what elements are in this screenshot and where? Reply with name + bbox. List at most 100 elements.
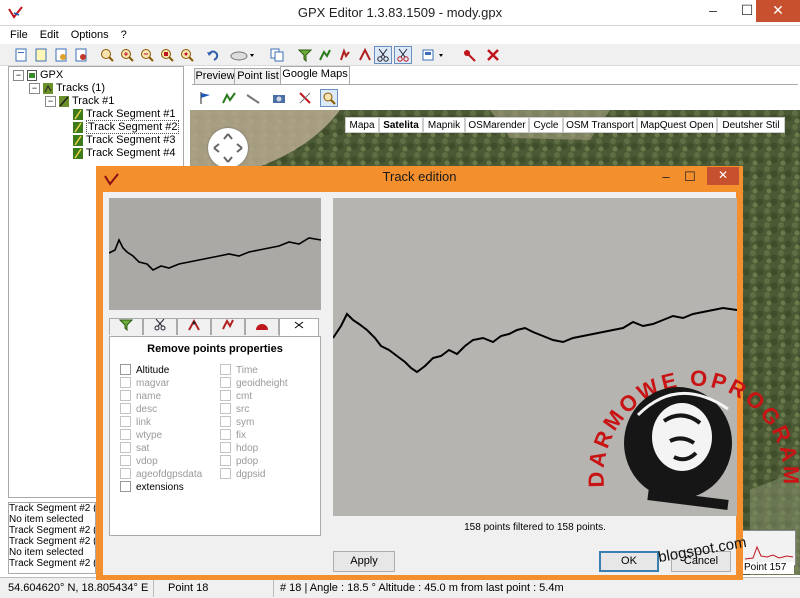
collapse-icon[interactable]: − (29, 82, 40, 94)
split-track-icon[interactable] (316, 46, 334, 64)
new-icon[interactable] (12, 46, 30, 64)
ok-button[interactable]: OK (599, 551, 659, 572)
filter-status-text: 158 points filtered to 158 points. (464, 522, 606, 533)
log-line: No item selected (9, 547, 84, 558)
track-hide-icon[interactable] (244, 89, 262, 107)
tree-segment-label: Track Segment #3 (86, 134, 176, 146)
dialog-body: Remove points properties Altitude magvar… (103, 192, 738, 575)
angle-tab-icon[interactable] (245, 318, 279, 335)
menu-help[interactable]: ? (115, 26, 133, 44)
gpx-file-icon (27, 69, 37, 81)
menu-bar: File Edit Options? (0, 26, 800, 44)
close-button[interactable]: ✕ (756, 0, 800, 22)
checkbox-extensions[interactable]: extensions (120, 480, 184, 494)
zoom-fit-icon[interactable] (178, 46, 196, 64)
scissors-tab-icon[interactable] (143, 318, 177, 335)
checkbox-dgpsid: dgpsid (220, 467, 265, 481)
collapse-icon[interactable]: − (13, 69, 24, 81)
minimize-button[interactable]: – (696, 0, 730, 22)
zoom-out-icon[interactable] (138, 46, 156, 64)
remove-points-panel: Remove points properties Altitude magvar… (109, 336, 321, 536)
checkbox-link: link (120, 415, 151, 429)
track-edition-dialog: Track edition – ☐ ✕ Remove points proper… (96, 166, 743, 580)
checkbox-cmt: cmt (220, 389, 252, 403)
join-tab-icon[interactable] (177, 318, 211, 335)
zoom-in-icon[interactable] (98, 46, 116, 64)
dialog-maximize-button[interactable]: ☐ (680, 170, 700, 186)
track-edit-icon[interactable] (220, 89, 238, 107)
map-type-mapquest-open[interactable]: MapQuest Open (637, 117, 717, 133)
dialog-close-button[interactable]: ✕ (707, 167, 739, 185)
map-type-deutsher-stil[interactable]: Deutsher Stil (717, 117, 785, 133)
collapse-icon[interactable]: − (45, 95, 56, 107)
tracks-icon (43, 82, 53, 94)
zoom-in-alt-icon[interactable] (118, 46, 136, 64)
search-icon[interactable] (320, 89, 338, 107)
camera-icon[interactable] (270, 89, 288, 107)
merge-icon[interactable] (52, 46, 70, 64)
checkbox-sym: sym (220, 415, 254, 429)
cut-icon[interactable] (374, 46, 392, 64)
tree-root[interactable]: − GPX (13, 69, 63, 82)
terrain-icon[interactable] (336, 46, 354, 64)
tree-segment[interactable]: Track Segment #2 (73, 120, 180, 134)
segment-icon (73, 147, 83, 159)
copy-icon[interactable] (268, 46, 286, 64)
map-type-osmarender[interactable]: OSMarender (465, 117, 529, 133)
export-dropdown-icon[interactable] (420, 46, 448, 64)
checkbox-fix: fix (220, 428, 246, 442)
menu-edit[interactable]: Edit (34, 26, 65, 44)
status-bar: 54.604620° N, 18.805434° E Point 18 # 18… (0, 577, 800, 598)
filter-tab-icon[interactable] (109, 318, 143, 335)
zoom-reset-icon[interactable] (158, 46, 176, 64)
track-preview-small (108, 198, 322, 310)
map-type-satelita[interactable]: Satelita (379, 117, 423, 133)
tab-preview[interactable]: Preview (194, 68, 236, 85)
checkbox-src: src (220, 402, 249, 416)
join-icon[interactable] (356, 46, 374, 64)
scissors-icon[interactable] (394, 46, 412, 64)
log-panel[interactable]: Track Segment #2 (1 No item selected Tra… (8, 502, 96, 574)
checkbox-wtype: wtype (120, 428, 162, 442)
menu-file[interactable]: File (0, 26, 34, 44)
save-icon[interactable] (72, 46, 90, 64)
remove-points-tab-icon[interactable] (279, 318, 319, 336)
checkbox-altitude[interactable]: Altitude (120, 363, 169, 377)
map-type-mapnik[interactable]: Mapnik (423, 117, 465, 133)
tree-tracks[interactable]: − Tracks (1) (29, 82, 105, 95)
tree-segment-label: Track Segment #4 (86, 147, 176, 159)
dialog-minimize-button[interactable]: – (656, 170, 676, 186)
flag-icon[interactable] (196, 89, 214, 107)
tab-point-list[interactable]: Point list (234, 68, 282, 85)
map-type-cycle[interactable]: Cycle (529, 117, 563, 133)
tree-segment[interactable]: Track Segment #4 (73, 147, 175, 160)
map-type-osm-transport[interactable]: OSM Transport (563, 117, 637, 133)
log-line: Track Segment #2 (1 (9, 525, 96, 536)
apply-button[interactable]: Apply (333, 551, 395, 572)
cloud-dropdown-icon[interactable] (228, 46, 258, 64)
tab-google-maps[interactable]: Google Maps (280, 66, 350, 86)
filter-icon[interactable] (296, 46, 314, 64)
tree-tracks-label: Tracks (1) (56, 82, 106, 94)
checkbox-vdop: vdop (120, 454, 158, 468)
menu-options[interactable]: Options (65, 26, 115, 44)
map-pan-control[interactable] (208, 128, 248, 168)
open-icon[interactable] (32, 46, 50, 64)
cancel-button[interactable]: Cancel (671, 551, 731, 572)
window-title: GPX Editor 1.3.83.1509 - mody.gpx (297, 5, 503, 20)
undo-icon[interactable] (204, 46, 222, 64)
checkbox-magvar: magvar (120, 376, 169, 390)
log-line: No item selected (9, 514, 84, 525)
elevation-mini-chart (742, 530, 796, 566)
map-type-mapa[interactable]: Mapa (345, 117, 379, 133)
remove-points-icon[interactable] (460, 46, 478, 64)
checkbox-geoidheight: geoidheight (220, 376, 288, 390)
segment-icon (73, 134, 83, 146)
tree-root-label: GPX (40, 69, 64, 81)
delete-icon[interactable] (484, 46, 502, 64)
tree-segment[interactable]: Track Segment #3 (73, 134, 175, 147)
no-route-icon[interactable] (296, 89, 314, 107)
point-label: Point 157 (742, 562, 794, 574)
split-tab-icon[interactable] (211, 318, 245, 335)
tree-track[interactable]: − Track #1 (45, 95, 114, 108)
